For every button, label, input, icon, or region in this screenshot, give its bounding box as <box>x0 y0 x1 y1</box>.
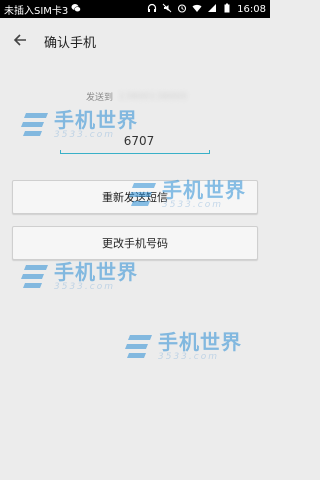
sent-to-phone: 13800138000 <box>119 91 188 102</box>
watermark-num: 3533.com <box>158 352 219 362</box>
verification-code-input[interactable] <box>60 130 210 152</box>
change-phone-button[interactable]: 更改手机号码 <box>12 226 258 260</box>
input-underline <box>60 150 210 154</box>
app-bar: 确认手机 <box>0 18 270 64</box>
watermark-cn: 手机世界 <box>54 260 138 284</box>
verification-code-field <box>60 130 210 156</box>
back-arrow-icon <box>13 32 27 51</box>
battery-icon <box>222 3 232 16</box>
wifi-icon <box>192 3 202 16</box>
alarm-icon <box>177 3 187 16</box>
watermark-num: 3533.com <box>54 282 115 292</box>
resend-sms-button[interactable]: 重新发送短信 <box>12 180 258 214</box>
watermark-logo: 手机世界 3533.com <box>124 332 242 362</box>
signal-icon <box>207 3 217 16</box>
clock-text: 16:08 <box>237 3 266 15</box>
sent-to-label: 发送到 <box>86 93 114 103</box>
watermark-logo: 手机世界 3533.com <box>20 262 138 292</box>
watermark-logo-icon <box>125 335 152 358</box>
watermark-cn: 手机世界 <box>54 108 138 132</box>
status-bar: 未插入SIM卡3 16:08 <box>0 0 270 18</box>
back-button[interactable] <box>0 18 40 64</box>
mute-icon <box>162 3 172 16</box>
wechat-icon <box>71 3 82 16</box>
watermark-cn: 手机世界 <box>158 330 242 354</box>
headset-icon <box>147 3 157 16</box>
watermark-logo-icon <box>21 113 48 136</box>
sent-to-row: 发送到 13800138000 <box>86 90 188 104</box>
page-title: 确认手机 <box>44 35 97 51</box>
watermark-logo-icon <box>21 265 48 288</box>
carrier-text: 未插入SIM卡3 <box>4 5 69 17</box>
